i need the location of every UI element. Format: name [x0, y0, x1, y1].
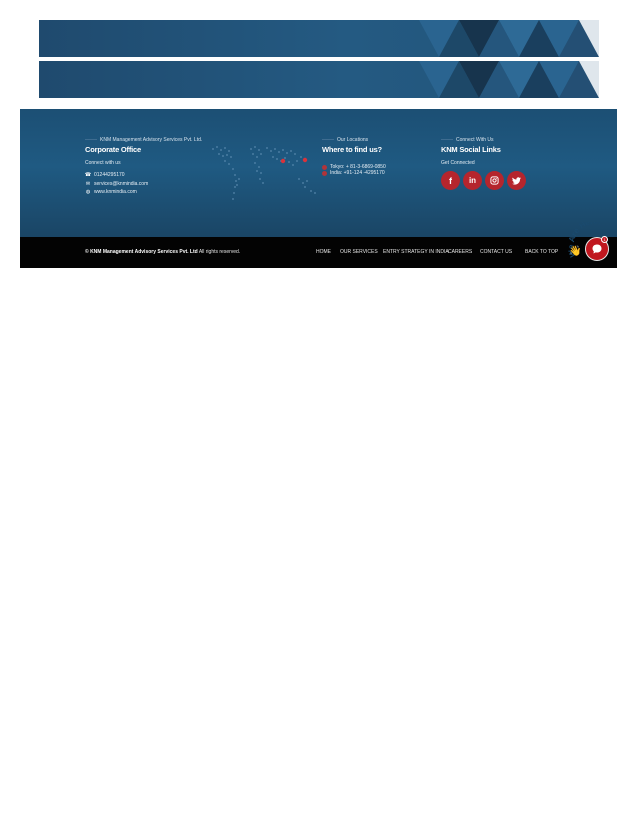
chat-bubble-icon	[592, 244, 602, 254]
banner-triangle-pattern	[419, 61, 599, 98]
footer-nav-contact[interactable]: CONTACT US	[480, 249, 512, 255]
linkedin-icon: in	[468, 176, 477, 185]
instagram-button[interactable]	[485, 171, 504, 190]
linkedin-button[interactable]: in	[463, 171, 482, 190]
social-sub: Get Connected	[441, 160, 475, 166]
social-heading: KNM Social Links	[441, 145, 501, 154]
phone-icon: ☎	[84, 172, 92, 178]
top-banner	[39, 20, 599, 57]
corporate-sub: Connect with us	[85, 160, 121, 166]
location-text: India: +91-124 -4295170	[330, 170, 385, 176]
envelope-icon: ✉	[85, 181, 91, 187]
copyright-rest: All rights reserved.	[197, 249, 241, 255]
corporate-heading: Corporate Office	[85, 145, 141, 154]
tokyo-marker	[302, 157, 308, 163]
facebook-button[interactable]: f	[441, 171, 460, 190]
copyright-text: © KNM Management Advisory Services Pvt. …	[85, 249, 240, 255]
footer-nav-home[interactable]: HOME	[316, 249, 331, 255]
website-text: www.knmindia.com	[94, 189, 137, 195]
twitter-button[interactable]	[507, 171, 526, 190]
corporate-kicker: KNM Management Advisory Services Pvt. Lt…	[85, 137, 202, 143]
email-link[interactable]: ✉ services@knmindia.com	[85, 181, 148, 187]
footer-main: KNM Management Advisory Services Pvt. Lt…	[20, 109, 617, 237]
footer-nav-careers[interactable]: CAREERS	[448, 249, 472, 255]
email-text: services@knmindia.com	[94, 181, 149, 187]
world-map-graphic	[212, 146, 316, 200]
waving-hand-icon: 👋	[569, 246, 582, 257]
footer-nav-entry-strategy[interactable]: ENTRY STRATEGY IN INDIA	[383, 249, 449, 255]
phone-text: 01244295170	[94, 172, 125, 178]
copyright-company: © KNM Management Advisory Services Pvt. …	[85, 249, 198, 255]
top-banner-2	[39, 61, 599, 98]
facebook-icon: f	[449, 175, 452, 186]
website-link[interactable]: ◍ www.knmindia.com	[85, 189, 137, 195]
footer-nav-services[interactable]: OUR SERVICES	[340, 249, 378, 255]
locations-heading: Where to find us?	[322, 145, 382, 154]
back-to-top-link[interactable]: BACK TO TOP	[525, 249, 558, 255]
globe-icon: ◍	[85, 189, 91, 195]
social-kicker: Connect With Us	[441, 137, 494, 143]
india-marker	[280, 158, 286, 164]
phone-link[interactable]: ☎ 01244295170	[85, 172, 125, 178]
locations-kicker: Our Locations	[322, 137, 368, 143]
twitter-icon	[512, 176, 521, 185]
chat-unread-badge: 1	[601, 236, 608, 243]
location-india: India: +91-124 -4295170	[322, 170, 385, 176]
instagram-icon	[490, 176, 499, 185]
location-pin-icon	[322, 170, 327, 176]
banner-triangle-pattern	[419, 20, 599, 57]
site-footer: KNM Management Advisory Services Pvt. Lt…	[20, 109, 617, 268]
location-pin-icon	[322, 164, 327, 170]
